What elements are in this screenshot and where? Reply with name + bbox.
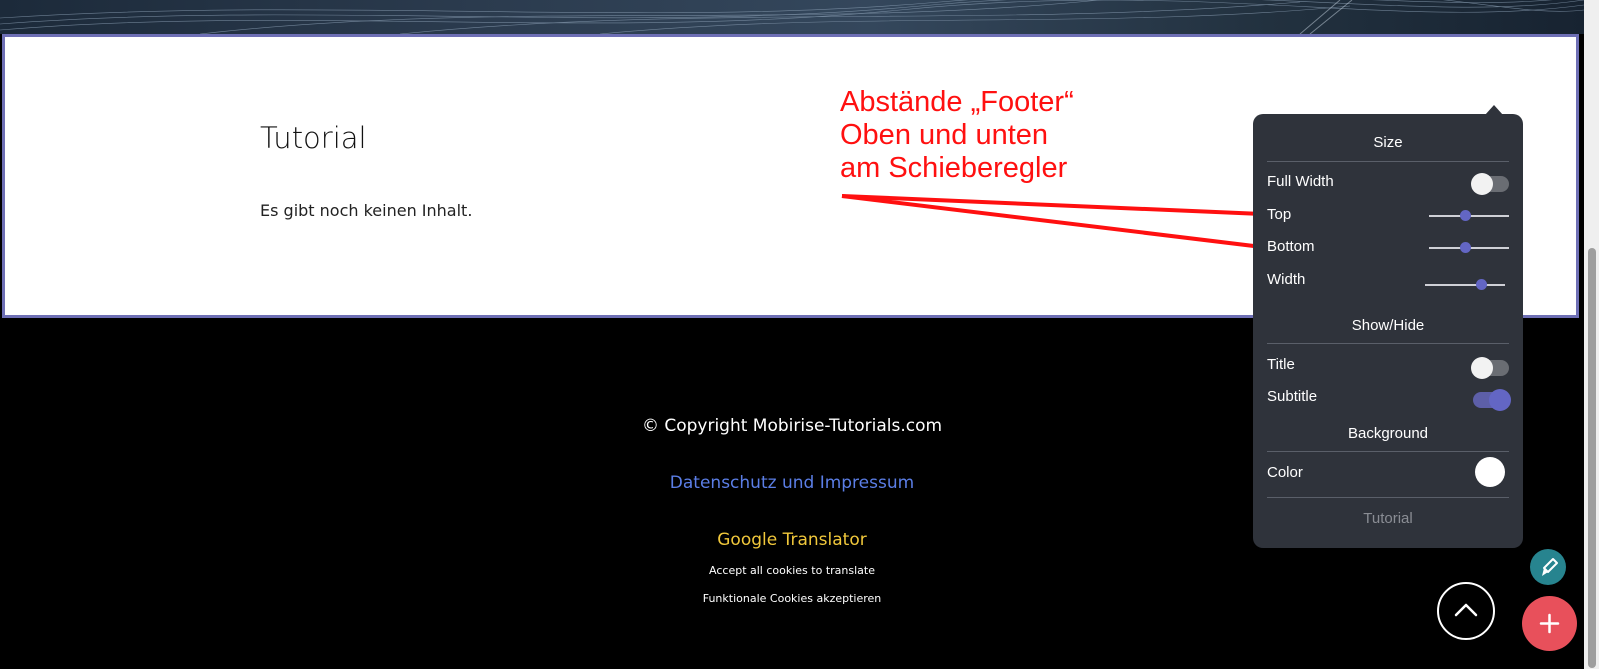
- divider: [1267, 451, 1509, 452]
- annotation-line: Abstände „Footer“: [840, 86, 1074, 118]
- panel-footer-label: Tutorial: [1363, 510, 1413, 527]
- toggle-knob: [1471, 357, 1493, 379]
- annotation-line: Oben und unten: [840, 119, 1049, 151]
- chevron-up-icon: [1454, 603, 1478, 617]
- functional-cookies-link[interactable]: Funktionale Cookies akzeptieren: [0, 592, 1584, 605]
- subtitle-toggle[interactable]: [1473, 389, 1511, 411]
- wave-pattern: [0, 0, 1584, 34]
- width-label: Width: [1267, 271, 1306, 288]
- full-width-toggle[interactable]: [1471, 173, 1509, 195]
- scroll-top-button[interactable]: [1437, 582, 1495, 640]
- toggle-knob: [1471, 173, 1493, 195]
- title-toggle[interactable]: [1471, 357, 1509, 379]
- divider: [1267, 161, 1509, 162]
- hero-background: [0, 0, 1584, 34]
- annotation-text: Abstände „Footer“ Oben und unten am Schi…: [840, 86, 1074, 185]
- subtitle-label: Subtitle: [1267, 388, 1318, 405]
- bottom-label: Bottom: [1267, 238, 1315, 255]
- block-settings-panel: Size Full Width Top Bottom Width Show/Hi…: [1253, 105, 1523, 548]
- annotation-line: am Schieberegler: [840, 152, 1068, 184]
- scrollbar-thumb[interactable]: [1588, 248, 1596, 668]
- top-slider[interactable]: [1429, 210, 1509, 221]
- showhide-heading: Show/Hide: [1351, 317, 1425, 334]
- width-slider[interactable]: [1425, 279, 1505, 290]
- brush-icon: [1542, 558, 1558, 576]
- page-scrollbar[interactable]: [1584, 0, 1599, 669]
- accept-cookies-link[interactable]: Accept all cookies to translate: [0, 564, 1584, 577]
- top-label: Top: [1267, 206, 1292, 223]
- color-label: Color: [1267, 464, 1303, 481]
- bottom-slider[interactable]: [1429, 242, 1509, 253]
- edit-style-button[interactable]: [1530, 549, 1566, 585]
- slider-thumb[interactable]: [1459, 210, 1471, 221]
- section-title: Tutorial: [260, 121, 367, 155]
- divider: [1267, 497, 1509, 498]
- background-color-swatch[interactable]: [1475, 457, 1505, 487]
- slider-thumb[interactable]: [1475, 279, 1487, 290]
- add-block-button[interactable]: [1522, 596, 1577, 651]
- size-heading: Size: [1373, 134, 1403, 151]
- divider: [1267, 343, 1509, 344]
- slider-thumb[interactable]: [1459, 242, 1471, 253]
- plus-icon: [1539, 613, 1560, 634]
- background-heading: Background: [1347, 425, 1429, 442]
- section-text: Es gibt noch keinen Inhalt.: [260, 201, 473, 220]
- title-label: Title: [1267, 356, 1295, 373]
- full-width-label: Full Width: [1267, 173, 1334, 190]
- panel-notch: [1485, 105, 1503, 115]
- toggle-knob: [1489, 389, 1511, 411]
